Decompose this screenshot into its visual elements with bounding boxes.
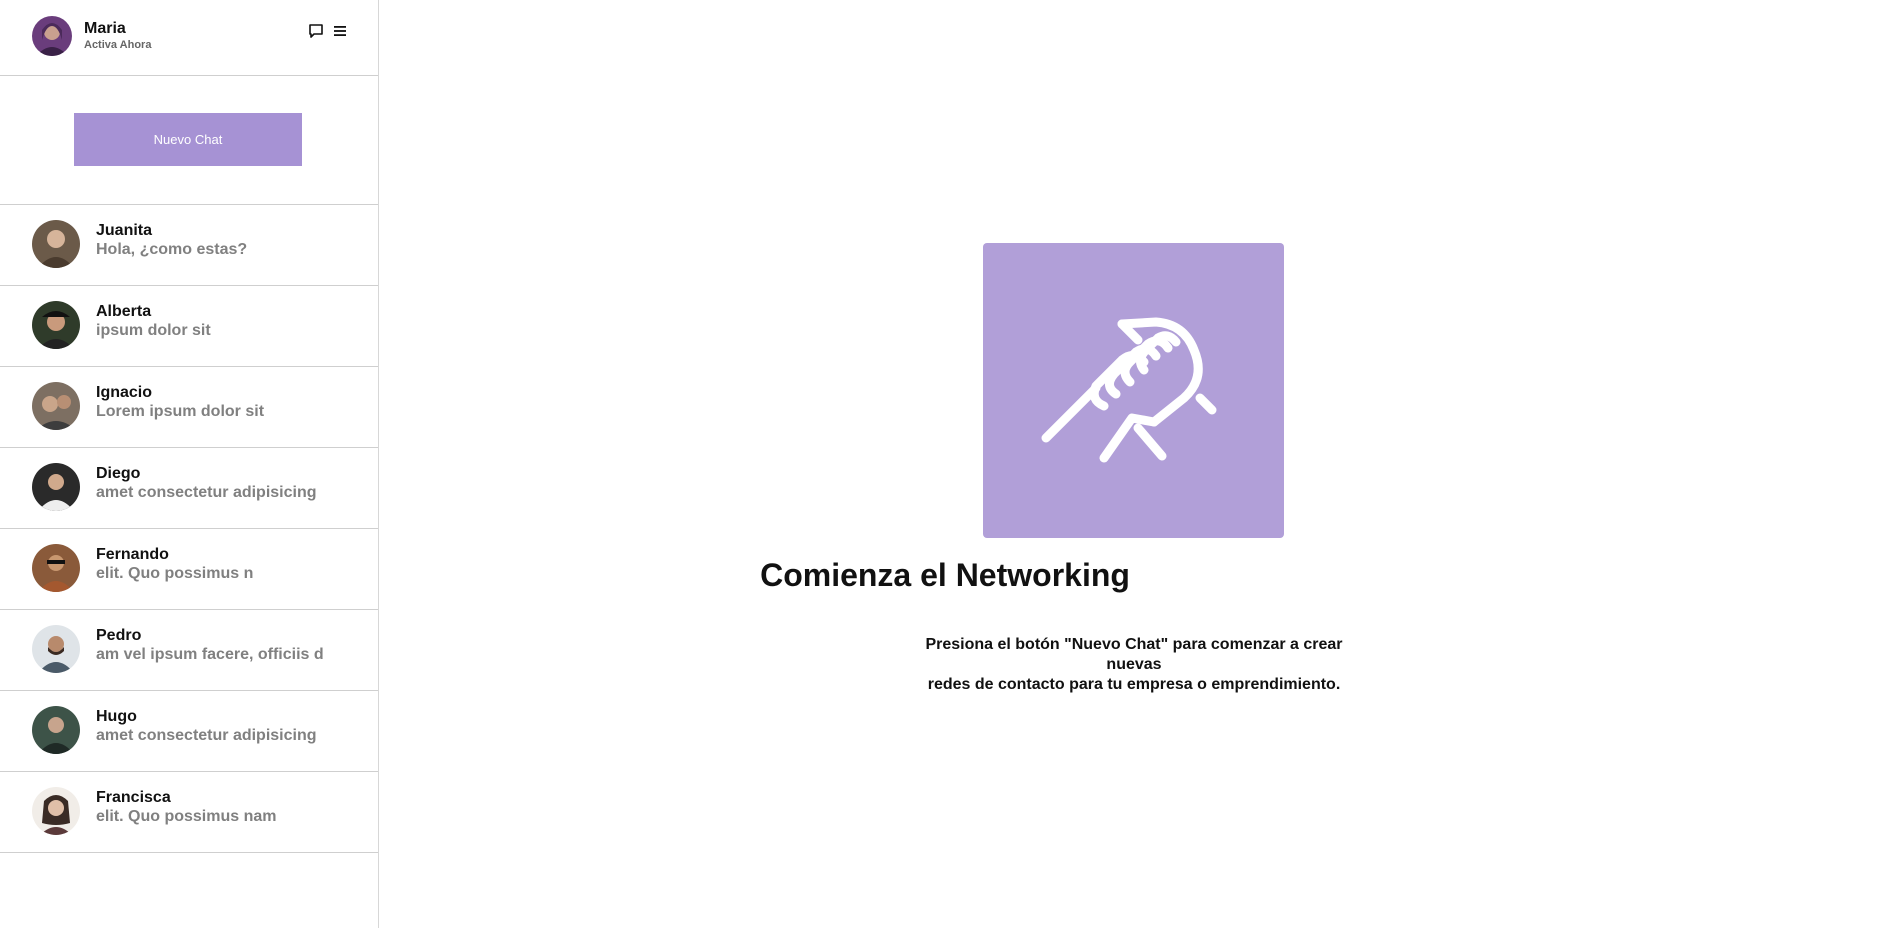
contact-avatar	[32, 625, 80, 673]
sidebar: Maria Activa Ahora Nuevo Chat Juanita Ho…	[0, 0, 379, 928]
contact-last-message: ipsum dolor sit	[96, 322, 211, 339]
contact-item[interactable]: Ignacio Lorem ipsum dolor sit	[0, 367, 378, 448]
contact-name: Pedro	[96, 627, 142, 644]
contact-name: Diego	[96, 465, 141, 482]
contact-item[interactable]: Alberta ipsum dolor sit	[0, 286, 378, 367]
contact-list: Juanita Hola, ¿como estas? Alberta ipsum…	[0, 205, 378, 853]
contact-avatar	[32, 382, 80, 430]
contact-item[interactable]: Hugo amet consectetur adipisicing	[0, 691, 378, 772]
contact-avatar	[32, 787, 80, 835]
contact-name: Fernando	[96, 546, 169, 563]
empty-state-description: Presiona el botón "Nuevo Chat" para come…	[910, 635, 1358, 695]
description-line-1: Presiona el botón "Nuevo Chat" para come…	[925, 636, 1343, 673]
description-line-2: redes de contacto para tu empresa o empr…	[927, 676, 1341, 693]
user-avatar[interactable]	[32, 16, 72, 56]
contact-last-message: amet consectetur adipisicing	[96, 727, 317, 744]
contact-item[interactable]: Fernando elit. Quo possimus n	[0, 529, 378, 610]
empty-state-title: Comienza el Networking	[760, 557, 1130, 593]
contact-item[interactable]: Juanita Hola, ¿como estas?	[0, 205, 378, 286]
new-chat-section: Nuevo Chat	[0, 76, 378, 205]
contact-name: Hugo	[96, 708, 137, 725]
new-chat-button[interactable]: Nuevo Chat	[74, 113, 302, 166]
contact-last-message: elit. Quo possimus n	[96, 565, 254, 582]
contact-name: Francisca	[96, 789, 171, 806]
chat-bubble-icon[interactable]	[308, 23, 324, 39]
contact-item[interactable]: Pedro am vel ipsum facere, officiis d	[0, 610, 378, 691]
contact-avatar	[32, 220, 80, 268]
handshake-icon	[1034, 288, 1234, 493]
contact-name: Alberta	[96, 303, 152, 320]
user-name: Maria	[84, 20, 126, 37]
app: Maria Activa Ahora Nuevo Chat Juanita Ho…	[0, 0, 1879, 928]
contact-avatar	[32, 706, 80, 754]
contact-last-message: amet consectetur adipisicing	[96, 484, 317, 501]
contact-last-message: Lorem ipsum dolor sit	[96, 403, 265, 420]
contact-avatar	[32, 301, 80, 349]
menu-icon[interactable]	[332, 23, 348, 39]
user-profile-header: Maria Activa Ahora	[0, 0, 378, 76]
user-status: Activa Ahora	[84, 39, 152, 51]
contact-name: Juanita	[96, 222, 153, 239]
main-panel: Comienza el Networking Presiona el botón…	[379, 0, 1879, 928]
contact-last-message: elit. Quo possimus nam	[96, 808, 277, 825]
handshake-illustration	[983, 243, 1284, 538]
contact-name: Ignacio	[96, 384, 153, 401]
contact-item[interactable]: Diego amet consectetur adipisicing	[0, 448, 378, 529]
contact-item[interactable]: Francisca elit. Quo possimus nam	[0, 772, 378, 853]
contact-avatar	[32, 544, 80, 592]
contact-last-message: Hola, ¿como estas?	[96, 241, 248, 258]
contact-last-message: am vel ipsum facere, officiis d	[96, 646, 324, 663]
contact-avatar	[32, 463, 80, 511]
header-actions	[308, 23, 348, 39]
